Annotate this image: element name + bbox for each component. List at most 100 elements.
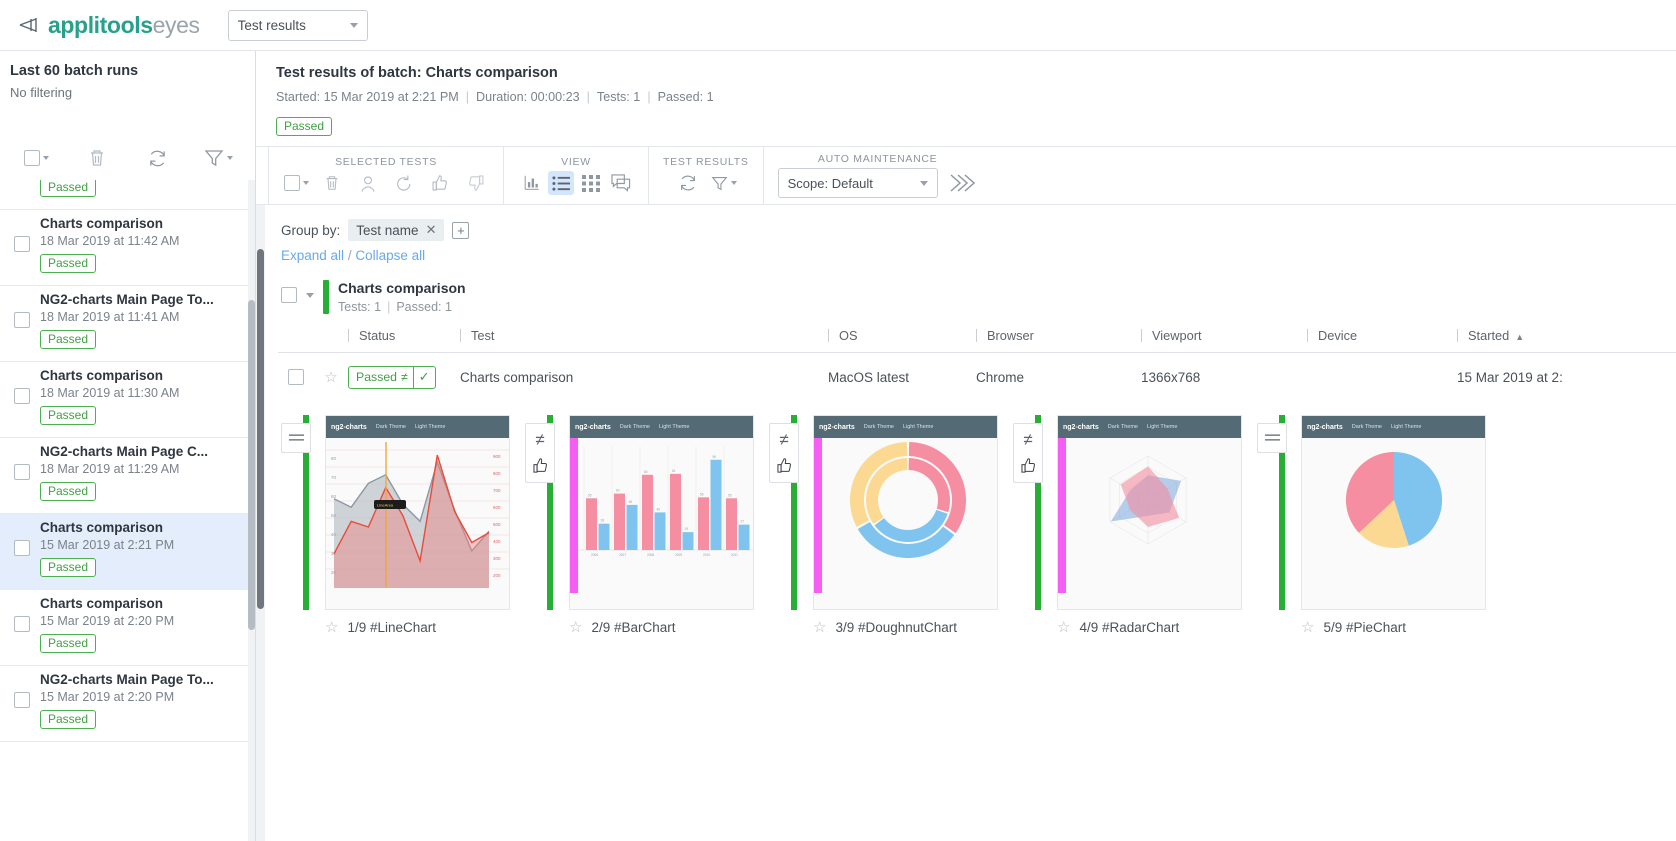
batch-duration: Duration: 00:00:23 <box>476 90 580 104</box>
thumbnail-card[interactable]: ng2-chartsDark ThemeLight Theme807060504… <box>303 415 510 610</box>
logo[interactable]: applitoolseyes <box>18 12 200 39</box>
auto-maintenance-apply-button[interactable] <box>946 168 978 198</box>
chevron-down-icon[interactable] <box>306 293 314 298</box>
batch-item-checkbox[interactable] <box>14 464 30 480</box>
view-chart-button[interactable] <box>518 171 544 195</box>
favorite-star-icon[interactable]: ☆ <box>1301 620 1314 635</box>
thumbnail-card[interactable]: ≠ng2-chartsDark ThemeLight Theme <box>1035 415 1242 610</box>
thumbnail-preview[interactable]: ng2-chartsDark ThemeLight Theme552820066… <box>569 415 754 610</box>
delete-tests-button[interactable] <box>319 171 345 195</box>
step-thumbnail[interactable]: ng2-chartsDark ThemeLight Theme☆5/9 #Pie… <box>1279 415 1486 635</box>
step-thumbnail[interactable]: ≠ng2-chartsDark ThemeLight Theme☆4/9 #Ra… <box>1035 415 1242 635</box>
thumbnail-preview[interactable]: ng2-chartsDark ThemeLight Theme <box>813 415 998 610</box>
step-thumbnails: ng2-chartsDark ThemeLight Theme807060504… <box>278 415 1676 635</box>
thumbnail-card[interactable]: ≠ng2-chartsDark ThemeLight Theme <box>791 415 998 610</box>
sidebar-batch-item[interactable]: Charts comparison18 Mar 2019 at 11:42 AM… <box>0 210 255 286</box>
thumbs-up-icon[interactable] <box>1020 457 1037 474</box>
sidebar-batch-item[interactable]: NG2-charts Main Page Ch...18 Mar 2019 at… <box>0 180 255 210</box>
step-thumbnail[interactable]: ≠ng2-chartsDark ThemeLight Theme☆3/9 #Do… <box>791 415 998 635</box>
group-meta: Tests: 1|Passed: 1 <box>338 300 466 314</box>
favorite-star-icon[interactable]: ☆ <box>1057 620 1070 635</box>
step-thumbnail[interactable]: ng2-chartsDark ThemeLight Theme807060504… <box>303 415 510 635</box>
batch-item-checkbox[interactable] <box>14 540 30 556</box>
filter-results-button[interactable] <box>711 171 737 195</box>
column-header-viewport[interactable]: Viewport <box>1141 328 1307 343</box>
batch-item-date: 18 Mar 2019 at 11:30 AM <box>40 386 255 400</box>
thumbnail-card[interactable]: ng2-chartsDark ThemeLight Theme <box>1279 415 1486 610</box>
thumbs-down-button[interactable] <box>463 171 489 195</box>
batch-item-checkbox[interactable] <box>14 692 30 708</box>
table-row[interactable]: ☆ Passed≠ ✓ Charts comparison MacOS late… <box>278 353 1676 401</box>
sidebar-select-all[interactable] <box>6 150 67 166</box>
sidebar-refresh-button[interactable] <box>128 148 189 169</box>
thumbnail-preview[interactable]: ng2-chartsDark ThemeLight Theme807060504… <box>325 415 510 610</box>
sidebar-scrollbar[interactable] <box>248 180 255 841</box>
select-checkbox-dropdown[interactable] <box>283 171 309 195</box>
batch-item-checkbox[interactable] <box>14 236 30 252</box>
sidebar-batch-item[interactable]: Charts comparison18 Mar 2019 at 11:30 AM… <box>0 362 255 438</box>
thumbnail-card[interactable]: ≠ng2-chartsDark ThemeLight Theme55282006… <box>547 415 754 610</box>
menu-icon[interactable] <box>1264 433 1281 443</box>
add-group-by-button[interactable]: + <box>452 222 469 239</box>
menu-icon[interactable] <box>288 433 305 443</box>
expand-all-link[interactable]: Expand all <box>281 248 344 263</box>
sidebar-batch-item[interactable]: Charts comparison15 Mar 2019 at 2:20 PMP… <box>0 590 255 666</box>
batch-item-name: NG2-charts Main Page To... <box>40 672 255 687</box>
sidebar-batch-item[interactable]: Charts comparison15 Mar 2019 at 2:21 PMP… <box>0 514 255 590</box>
batch-item-status: Passed <box>40 634 96 653</box>
chevron-down-icon <box>43 156 49 160</box>
refresh-results-button[interactable] <box>675 171 701 195</box>
check-icon[interactable]: ✓ <box>413 367 435 388</box>
not-equal-icon[interactable]: ≠ <box>535 431 544 448</box>
favorite-star-icon[interactable]: ☆ <box>325 620 338 635</box>
app-selector[interactable]: Test results <box>228 10 368 41</box>
view-grid-button[interactable] <box>578 171 604 195</box>
thumb-app-header: ng2-chartsDark ThemeLight Theme <box>814 416 997 438</box>
column-header-device[interactable]: Device <box>1307 328 1457 343</box>
results-scrollbar[interactable] <box>256 205 265 841</box>
favorite-star-icon[interactable]: ☆ <box>569 620 582 635</box>
not-equal-icon[interactable]: ≠ <box>779 431 788 448</box>
scope-selector[interactable]: Scope: Default <box>778 168 938 198</box>
batch-item-checkbox[interactable] <box>14 616 30 632</box>
view-list-button[interactable] <box>548 171 574 195</box>
batch-item-checkbox[interactable] <box>14 388 30 404</box>
sidebar-filter-button[interactable] <box>188 148 249 168</box>
svg-text:70: 70 <box>331 475 337 480</box>
chevron-down-icon <box>303 181 309 185</box>
view-comments-button[interactable] <box>608 171 634 195</box>
sidebar-batch-item[interactable]: NG2-charts Main Page C...18 Mar 2019 at … <box>0 438 255 514</box>
thumbs-up-icon[interactable] <box>776 457 793 474</box>
revert-button[interactable] <box>391 171 417 195</box>
thumbnail-preview[interactable]: ng2-chartsDark ThemeLight Theme <box>1301 415 1486 610</box>
toolbar-group-selected-tests: SELECTED TESTS <box>268 147 504 204</box>
assign-user-button[interactable] <box>355 171 381 195</box>
svg-text:27: 27 <box>741 520 745 524</box>
column-header-test[interactable]: Test <box>460 328 828 343</box>
thumbnail-preview[interactable]: ng2-chartsDark ThemeLight Theme <box>1057 415 1242 610</box>
favorite-star-icon[interactable]: ☆ <box>324 370 337 385</box>
column-header-status[interactable]: Status <box>348 328 460 343</box>
thumbs-up-button[interactable] <box>427 171 453 195</box>
not-equal-icon: ≠ <box>401 370 408 384</box>
collapse-all-link[interactable]: Collapse all <box>355 248 425 263</box>
thumb-menu-light: Light Theme <box>903 424 933 430</box>
column-header-browser[interactable]: Browser <box>976 328 1141 343</box>
thumb-app-header: ng2-chartsDark ThemeLight Theme <box>570 416 753 438</box>
column-header-os[interactable]: OS <box>828 328 976 343</box>
group-by-chip[interactable]: Test name ✕ <box>348 219 444 241</box>
batch-item-checkbox[interactable] <box>14 312 30 328</box>
thumbs-up-icon[interactable] <box>532 457 549 474</box>
close-icon[interactable]: ✕ <box>426 222 437 238</box>
group-select-checkbox[interactable] <box>281 287 297 303</box>
status-badge[interactable]: Passed≠ ✓ <box>348 366 436 389</box>
column-header-started[interactable]: Started▲ <box>1457 328 1617 343</box>
favorite-star-icon[interactable]: ☆ <box>813 620 826 635</box>
batch-runs-list[interactable]: NG2-charts Main Page Ch...18 Mar 2019 at… <box>0 180 255 841</box>
sidebar-batch-item[interactable]: NG2-charts Main Page To...15 Mar 2019 at… <box>0 666 255 742</box>
sidebar-delete-button[interactable] <box>67 148 128 168</box>
sidebar-batch-item[interactable]: NG2-charts Main Page To...18 Mar 2019 at… <box>0 286 255 362</box>
step-thumbnail[interactable]: ≠ng2-chartsDark ThemeLight Theme55282006… <box>547 415 754 635</box>
not-equal-icon[interactable]: ≠ <box>1023 431 1032 448</box>
row-select-checkbox[interactable] <box>288 369 304 385</box>
